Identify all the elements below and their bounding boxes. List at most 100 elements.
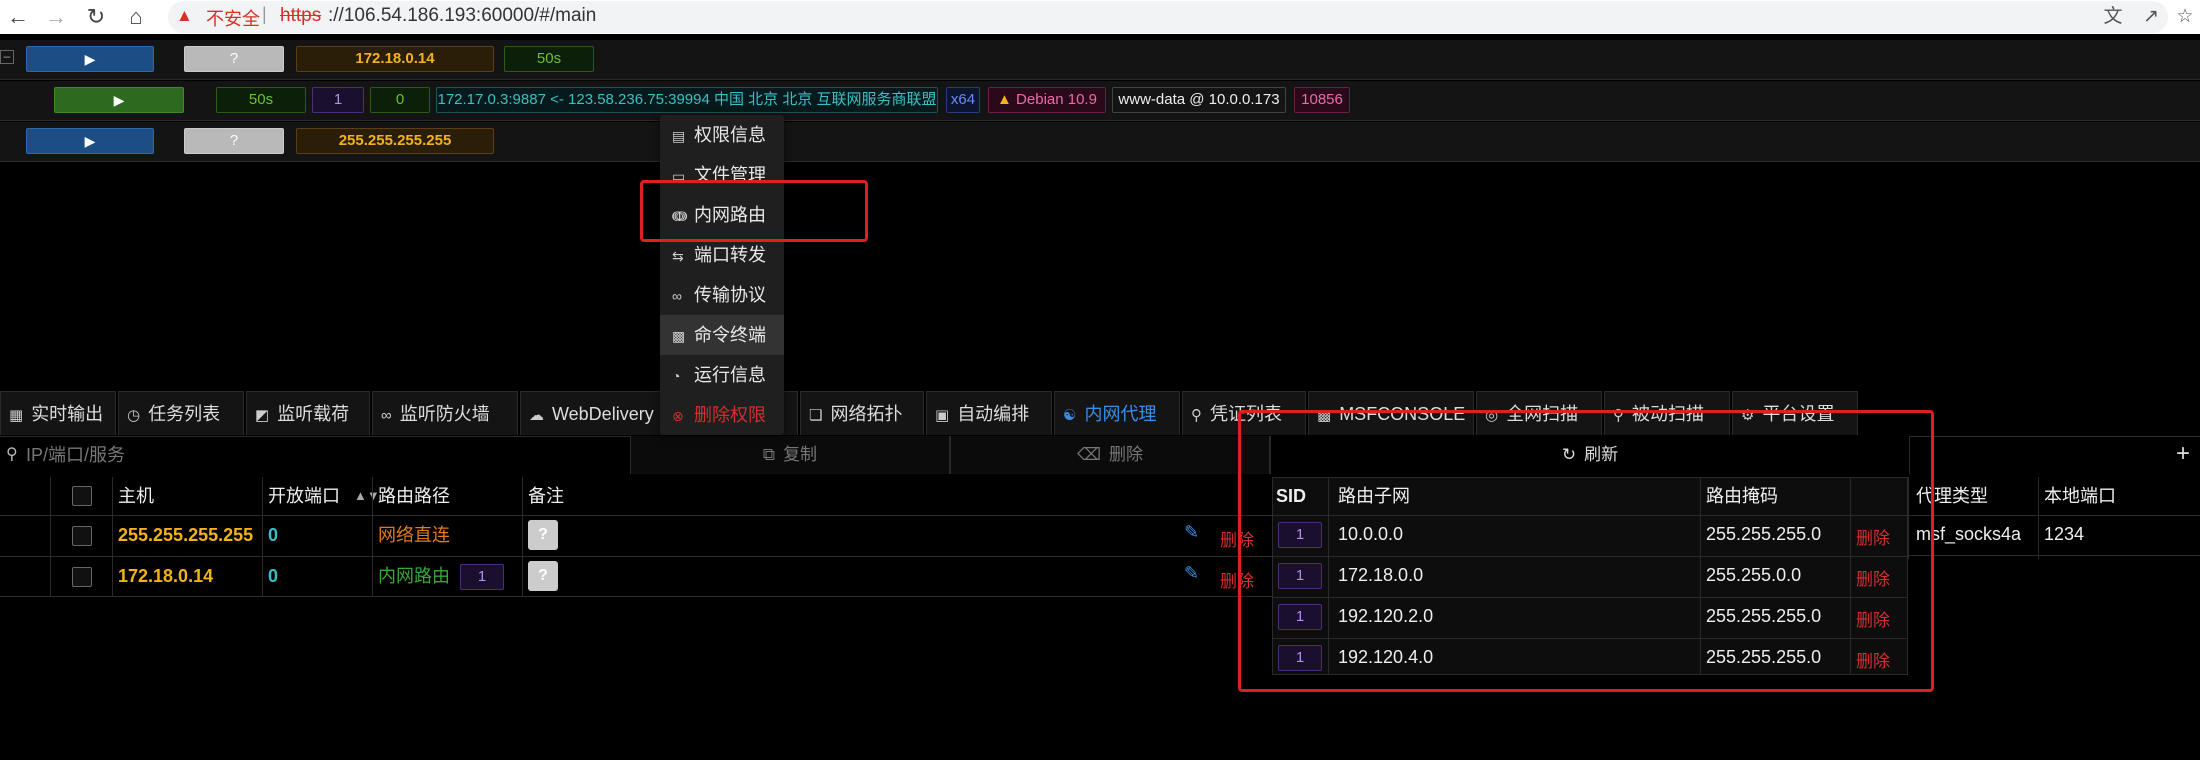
session-heartbeat: 50s: [216, 87, 306, 113]
note-button[interactable]: ?: [528, 520, 558, 550]
code-icon: ▦: [9, 407, 24, 424]
refresh-button[interactable]: ↻ 刷新: [1270, 436, 1910, 474]
column-header-note: 备注: [528, 486, 564, 506]
url-text: ://106.54.186.193:60000/#/main: [328, 5, 597, 26]
context-menu: ▤ 权限信息 ▭ 文件管理 ↈ 内网路由 ⇆ 端口转发 ∞ 传输协议 ▩ 命令终端 ◔ 运行信…: [660, 115, 784, 435]
tab-passive-scan[interactable]: ⚲ 被动扫描: [1604, 391, 1730, 435]
tab-label: 网络拓扑: [830, 404, 903, 424]
delete-link[interactable]: 删除: [1856, 647, 1890, 672]
tab-label: 凭证列表: [1210, 404, 1282, 424]
route-sid: 1: [1278, 604, 1322, 630]
sort-icon[interactable]: ▲▼: [354, 477, 380, 515]
share-icon[interactable]: ↗: [2138, 4, 2164, 30]
terminal-icon: ▩: [672, 328, 686, 344]
select-all-checkbox[interactable]: [72, 486, 92, 506]
menu-label: 文件管理: [694, 165, 766, 185]
session-pid: 10856: [1294, 87, 1350, 113]
route-sid: 1: [1278, 645, 1322, 671]
swap-arrows-icon: ⇆: [672, 248, 684, 264]
collapse-icon[interactable]: –: [0, 50, 14, 64]
route-sid-chip: 1: [460, 564, 504, 590]
route-path: 内网路由: [378, 566, 450, 586]
menu-item-port-forward[interactable]: ⇆ 端口转发: [660, 235, 784, 275]
session-count: 0: [370, 87, 430, 113]
session-count: 1: [312, 87, 364, 113]
menu-label: 运行信息: [694, 365, 766, 385]
copy-button[interactable]: ⧉ 复制: [630, 436, 950, 474]
refresh-label: 刷新: [1584, 445, 1619, 464]
menu-item-transport[interactable]: ∞ 传输协议: [660, 275, 784, 315]
tab-label: 任务列表: [148, 404, 221, 424]
menu-item-permission-info[interactable]: ▤ 权限信息: [660, 115, 784, 155]
tab-label: 监听载荷: [277, 404, 350, 424]
add-button[interactable]: +: [2176, 440, 2190, 468]
url-scheme: https: [280, 5, 322, 26]
tab-live-output[interactable]: ▦ 实时输出: [0, 391, 116, 435]
tab-listener-firewall[interactable]: ∞ 监听防火墙: [372, 391, 518, 435]
insecure-label: 不安全: [206, 9, 260, 29]
gear-icon: ⚙: [1741, 407, 1755, 424]
copy-label: 复制: [783, 445, 818, 464]
row-checkbox[interactable]: [72, 567, 92, 587]
delete-label: 删除: [1109, 445, 1144, 464]
session-os-label: Debian 10.9: [1016, 91, 1097, 108]
delete-link[interactable]: 删除: [1856, 565, 1890, 590]
tab-network-topology[interactable]: ❏ 网络拓扑: [800, 391, 924, 435]
back-icon[interactable]: ←: [4, 3, 32, 31]
tab-label: 全网扫描: [1506, 404, 1579, 424]
reload-icon[interactable]: ↻: [82, 3, 110, 31]
column-header-subnet: 路由子网: [1338, 486, 1410, 506]
column-header-route-path: 路由路径: [378, 486, 450, 506]
session-status-badge: ?: [184, 128, 284, 154]
close-circle-icon: ⊗: [672, 408, 684, 424]
info-card-icon: ▤: [672, 128, 686, 144]
bookmark-star-icon[interactable]: ☆: [2172, 4, 2198, 30]
delete-button[interactable]: ⌫ 删除: [950, 436, 1270, 474]
column-header-proxy-type: 代理类型: [1916, 486, 1988, 506]
column-header-ports[interactable]: 开放端口: [268, 477, 340, 515]
forward-icon[interactable]: →: [42, 3, 70, 31]
tab-credentials[interactable]: ⚲ 凭证列表: [1182, 391, 1306, 435]
menu-label: 权限信息: [694, 125, 766, 145]
edit-icon[interactable]: ✎: [1184, 563, 1199, 584]
tab-full-scan[interactable]: ◎ 全网扫描: [1476, 391, 1602, 435]
route-mask: 255.255.255.0: [1706, 647, 1822, 667]
copy-icon: ⧉: [762, 445, 776, 464]
translate-icon[interactable]: 文: [2100, 4, 2126, 30]
column-header-local-port: 本地端口: [2044, 486, 2116, 506]
menu-item-intranet-route[interactable]: ↈ 内网路由: [660, 195, 784, 235]
edit-icon[interactable]: ✎: [1184, 522, 1199, 543]
route-subnet: 192.120.2.0: [1338, 606, 1434, 626]
tab-platform-settings[interactable]: ⚙ 平台设置: [1732, 391, 1858, 435]
tab-msfconsole[interactable]: ▩ MSFCONSOLE: [1308, 391, 1474, 435]
home-icon[interactable]: ⌂: [122, 3, 150, 31]
menu-item-delete-session[interactable]: ⊗ 删除权限: [660, 395, 784, 435]
tab-intranet-proxy[interactable]: ☯ 内网代理: [1054, 391, 1180, 435]
tab-label: MSFCONSOLE: [1339, 404, 1466, 424]
session-play-button[interactable]: ▶: [26, 128, 154, 154]
note-button[interactable]: ?: [528, 561, 558, 591]
host-ip: 172.18.0.14: [118, 566, 214, 586]
tab-label: 自动编排: [957, 404, 1030, 424]
session-play-button[interactable]: ▶: [26, 46, 154, 72]
warning-icon: ▲: [176, 6, 193, 25]
tab-listener[interactable]: ◩ 监听载荷: [246, 391, 370, 435]
tab-label: 平台设置: [1762, 404, 1835, 424]
tab-auto-orchestration[interactable]: ▣ 自动编排: [926, 391, 1052, 435]
menu-item-command-terminal[interactable]: ▩ 命令终端: [660, 315, 784, 355]
session-connection: 172.17.0.3:9887 <- 123.58.236.75:39994 中…: [436, 87, 938, 113]
delete-link[interactable]: 删除: [1220, 526, 1254, 551]
search-input[interactable]: [26, 438, 626, 472]
row-checkbox[interactable]: [72, 526, 92, 546]
session-arch: x64: [946, 87, 980, 113]
delete-link[interactable]: 删除: [1856, 606, 1890, 631]
tab-label: 内网代理: [1084, 404, 1157, 424]
key-icon: ⚲: [1191, 407, 1202, 424]
session-play-button[interactable]: ▶: [54, 87, 184, 113]
delete-link[interactable]: 删除: [1220, 567, 1254, 592]
menu-item-file-manager[interactable]: ▭ 文件管理: [660, 155, 784, 195]
delete-link[interactable]: 删除: [1856, 524, 1890, 549]
tab-task-list[interactable]: ◷ 任务列表: [118, 391, 244, 435]
session-os: ▲ Debian 10.9: [988, 87, 1106, 113]
menu-item-runtime-info[interactable]: ◔ 运行信息: [660, 355, 784, 395]
